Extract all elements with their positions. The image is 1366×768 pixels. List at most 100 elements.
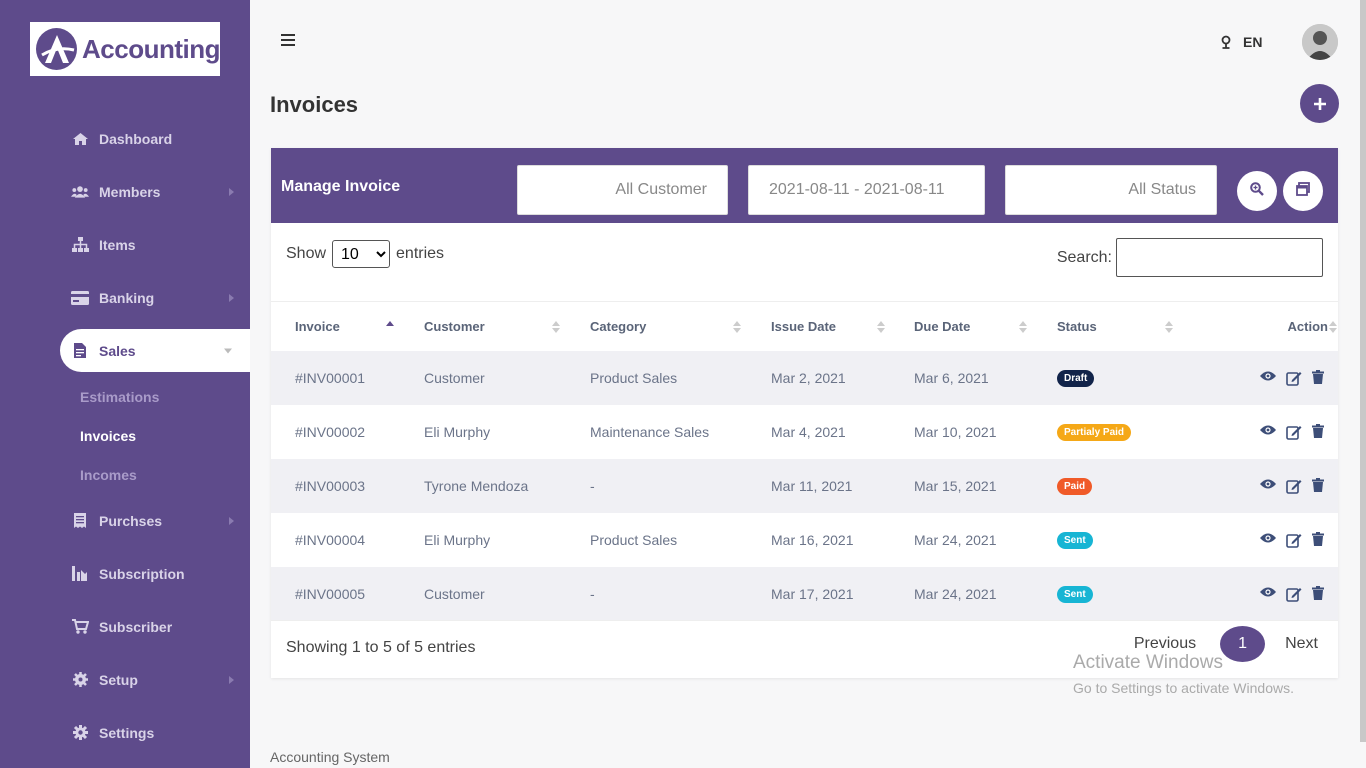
- invoice-number-cell[interactable]: #INV00004: [271, 513, 424, 567]
- delete-icon[interactable]: [1312, 532, 1328, 548]
- chevron-right-icon: [229, 187, 234, 196]
- customer-cell: Customer: [424, 566, 590, 621]
- row-actions: [1260, 532, 1328, 548]
- column-customer[interactable]: Customer: [424, 301, 590, 351]
- edit-icon[interactable]: [1286, 370, 1302, 386]
- sidebar-item-purchases[interactable]: Purchses: [0, 494, 250, 547]
- sidebar-item-label: Subscription: [99, 565, 185, 582]
- delete-icon[interactable]: [1312, 370, 1328, 386]
- column-status[interactable]: Status: [1057, 301, 1207, 351]
- sidebar-item-banking[interactable]: Banking: [0, 271, 250, 324]
- invoice-number-cell[interactable]: #INV00001: [271, 350, 424, 405]
- edit-icon[interactable]: [1286, 532, 1302, 548]
- column-due-date[interactable]: Due Date: [914, 301, 1057, 351]
- due-date-cell: Mar 15, 2021: [914, 458, 1057, 513]
- view-icon[interactable]: [1260, 424, 1276, 440]
- table-row: #INV00005 Customer - Mar 17, 2021 Mar 24, 20…: [271, 566, 1338, 621]
- edit-icon[interactable]: [1286, 478, 1302, 494]
- delete-icon[interactable]: [1312, 586, 1328, 602]
- sidebar-subitem-incomes[interactable]: Incomes: [0, 455, 250, 494]
- menu-toggle-button[interactable]: [281, 34, 295, 48]
- brand-logo[interactable]: Accounting: [30, 22, 221, 76]
- brand-name: Accounting: [82, 33, 221, 64]
- user-avatar[interactable]: [1302, 24, 1338, 60]
- next-page-button[interactable]: Next: [1285, 635, 1318, 653]
- sort-icon: [552, 320, 560, 334]
- view-icon[interactable]: [1260, 370, 1276, 386]
- invoice-number-cell[interactable]: #INV00005: [271, 566, 424, 621]
- sidebar-item-label: Banking: [99, 289, 155, 306]
- table-row: #INV00002 Eli Murphy Maintenance Sales Mar …: [271, 405, 1338, 459]
- sidebar-item-members[interactable]: Members: [0, 165, 250, 218]
- customer-cell: Eli Murphy: [424, 531, 491, 548]
- delete-icon[interactable]: [1312, 424, 1328, 440]
- view-icon[interactable]: [1260, 478, 1276, 494]
- sitemap-icon: [71, 237, 89, 253]
- view-icon[interactable]: [1260, 532, 1276, 548]
- cart-icon: [71, 619, 89, 635]
- edit-icon[interactable]: [1286, 424, 1302, 440]
- entries-select[interactable]: 10: [332, 240, 391, 268]
- customer-filter[interactable]: All Customer: [517, 165, 728, 215]
- search-input[interactable]: [1116, 238, 1323, 277]
- status-cell: Sent: [1057, 566, 1207, 621]
- row-actions: [1260, 478, 1328, 494]
- sidebar-item-subscriber[interactable]: Subscriber: [0, 600, 250, 653]
- language-switcher[interactable]: EN: [1219, 34, 1262, 50]
- page-scrollbar[interactable]: [1360, 0, 1366, 742]
- receipt-icon: [71, 513, 89, 529]
- sort-icon: [1019, 320, 1027, 334]
- row-actions: [1260, 586, 1328, 602]
- delete-icon[interactable]: [1312, 478, 1328, 494]
- table-search: Search:: [1057, 238, 1323, 277]
- previous-page-button[interactable]: Previous: [1134, 635, 1196, 653]
- action-cell: [1207, 513, 1338, 567]
- footer-text: Accounting System: [270, 749, 390, 765]
- chevron-right-icon: [229, 293, 234, 302]
- sidebar-item-label: Items: [99, 236, 136, 253]
- invoice-number-cell[interactable]: #INV00002: [271, 405, 424, 459]
- watermark-title: Activate Windows: [1073, 652, 1223, 673]
- sort-icon: [1329, 320, 1337, 334]
- category-cell: -: [590, 566, 771, 621]
- windows-activation-watermark: Activate Windows Go to Settings to activ…: [1073, 652, 1294, 696]
- page-title: Invoices: [270, 92, 359, 117]
- column-invoice[interactable]: Invoice: [271, 301, 424, 351]
- page-length-control: Show 10 entries: [286, 240, 444, 268]
- home-icon: [71, 131, 89, 147]
- sidebar-subitem-estimations[interactable]: Estimations: [0, 377, 250, 416]
- row-actions: [1260, 370, 1328, 386]
- view-icon[interactable]: [1260, 586, 1276, 602]
- category-cell: Product Sales: [590, 531, 678, 548]
- add-invoice-button[interactable]: [1300, 84, 1339, 123]
- status-badge: Draft: [1057, 370, 1095, 387]
- due-date-cell: Mar 24, 2021: [914, 531, 997, 548]
- sidebar-item-subscription[interactable]: Subscription: [0, 547, 250, 600]
- sidebar-item-sales[interactable]: Sales: [60, 329, 250, 372]
- edit-icon[interactable]: [1286, 586, 1302, 602]
- status-filter[interactable]: All Status: [1005, 165, 1217, 215]
- sidebar-item-dashboard[interactable]: Dashboard: [0, 112, 250, 165]
- column-action[interactable]: Action: [1207, 301, 1338, 351]
- cog-icon: [71, 672, 89, 688]
- category-cell: -: [590, 458, 771, 513]
- action-cell: [1207, 405, 1338, 459]
- sort-icon: [733, 320, 741, 334]
- search-icon: [1250, 181, 1264, 201]
- card-icon: [71, 290, 89, 306]
- sidebar-item-label: Setup: [99, 671, 138, 688]
- sidebar-subitem-invoices[interactable]: Invoices: [0, 416, 250, 455]
- translate-icon: [1219, 35, 1233, 49]
- sidebar-item-setup[interactable]: Setup: [0, 653, 250, 706]
- entries-label: entries: [396, 245, 445, 262]
- sidebar-item-settings[interactable]: Settings: [0, 706, 250, 759]
- search-filter-button[interactable]: [1237, 171, 1277, 211]
- column-issue-date[interactable]: Issue Date: [771, 301, 914, 351]
- column-label: Issue Date: [771, 318, 837, 334]
- hamburger-line: [281, 39, 295, 41]
- sidebar-item-items[interactable]: Items: [0, 218, 250, 271]
- reset-filter-button[interactable]: [1283, 171, 1323, 211]
- invoice-number-cell[interactable]: #INV00003: [271, 458, 424, 513]
- column-category[interactable]: Category: [590, 301, 771, 351]
- date-range-filter[interactable]: 2021-08-11 - 2021-08-11: [748, 165, 985, 215]
